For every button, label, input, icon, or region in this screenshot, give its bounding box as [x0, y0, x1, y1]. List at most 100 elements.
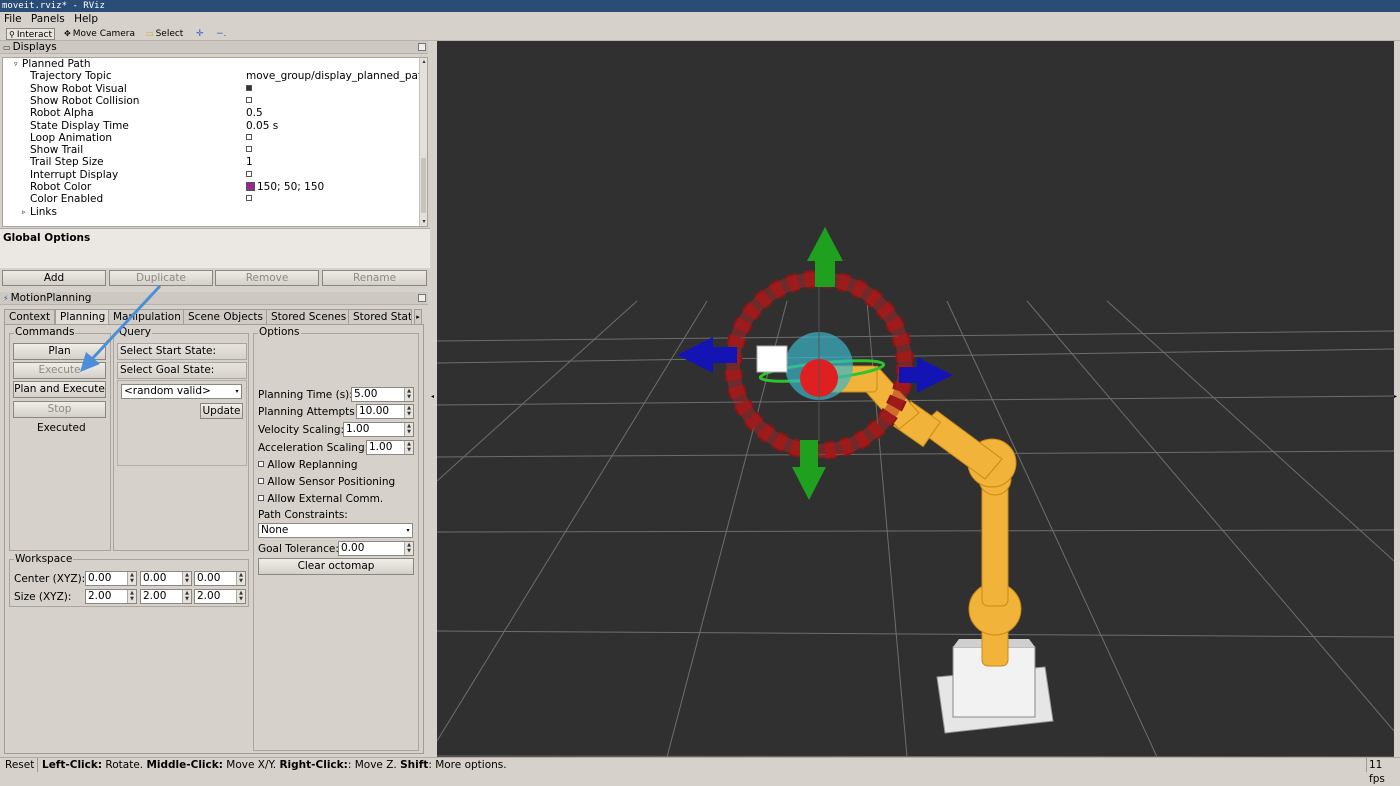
- robot-color-swatch[interactable]: [246, 181, 255, 191]
- collapse-left-icon[interactable]: ◂: [431, 393, 434, 400]
- interact-icon: ⚲: [9, 30, 15, 39]
- center-z-input[interactable]: 0.00 ▲ ▼: [194, 571, 246, 586]
- allow-external-checkbox[interactable]: [258, 495, 264, 501]
- remove-button[interactable]: Remove: [215, 270, 319, 286]
- interrupt-display-checkbox[interactable]: [246, 170, 252, 177]
- goal-state-header[interactable]: Select Goal State:: [117, 362, 247, 379]
- goal-state-select[interactable]: <random valid> ▾: [121, 384, 242, 399]
- show-robot-visual-checkbox[interactable]: [246, 84, 252, 91]
- clear-octomap-button[interactable]: Clear octomap: [258, 558, 414, 575]
- color-enabled-checkbox[interactable]: [246, 195, 252, 202]
- tree-row-planned-path[interactable]: ▿ Planned Path: [3, 58, 421, 70]
- tool-interact[interactable]: ⚲ Interact: [6, 28, 55, 40]
- scroll-thumb[interactable]: [421, 158, 426, 213]
- spinner-arrows-icon[interactable]: ▲ ▼: [127, 590, 136, 603]
- tab-scene-objects[interactable]: Scene Objects: [183, 309, 269, 324]
- loop-animation-checkbox[interactable]: [246, 133, 252, 140]
- update-button[interactable]: Update: [200, 403, 243, 419]
- expand-closed-icon[interactable]: ▹: [22, 206, 26, 218]
- scroll-up-icon[interactable]: ▴: [420, 58, 427, 66]
- 3d-viewport[interactable]: [437, 41, 1394, 757]
- minus-icon[interactable]: −.: [214, 28, 228, 40]
- tool-move-camera[interactable]: ✥ Move Camera: [62, 28, 137, 40]
- rename-button[interactable]: Rename: [322, 270, 427, 286]
- planning-time-input[interactable]: 5.00 ▲ ▼: [351, 387, 414, 402]
- allow-replanning-checkbox[interactable]: [258, 461, 264, 467]
- spinner-arrows-icon[interactable]: ▲ ▼: [404, 423, 413, 436]
- undock-button[interactable]: [418, 294, 426, 302]
- tree-row-state-display-time[interactable]: State Display Time 0.05 s: [3, 120, 421, 132]
- tree-row-trail-step-size[interactable]: Trail Step Size 1: [3, 156, 421, 168]
- select-icon: ▭: [146, 29, 154, 38]
- interactive-marker[interactable]: [677, 227, 953, 500]
- display-buttons: Add Duplicate Remove Rename: [2, 270, 428, 286]
- tab-manipulation[interactable]: Manipulation: [108, 309, 186, 324]
- menu-file[interactable]: File: [4, 13, 22, 25]
- show-robot-collision-checkbox[interactable]: [246, 96, 252, 103]
- spinner-arrows-icon[interactable]: ▲ ▼: [236, 572, 245, 585]
- start-state-header[interactable]: Select Start State:: [117, 343, 247, 360]
- tree-row-color-enabled[interactable]: Color Enabled: [3, 193, 421, 205]
- goal-tolerance-input[interactable]: 0.00 ▲ ▼: [338, 541, 414, 556]
- spinner-arrows-icon[interactable]: ▲ ▼: [182, 572, 191, 585]
- size-z-input[interactable]: 2.00 ▲ ▼: [194, 589, 246, 604]
- reset-button[interactable]: Reset: [0, 758, 38, 772]
- spinner-arrows-icon[interactable]: ▲ ▼: [404, 441, 413, 454]
- tree-row-robot-color[interactable]: Robot Color 150; 50; 150: [3, 181, 421, 193]
- planning-attempts-label: Planning Attempts:: [258, 406, 359, 418]
- tool-bar: ⚲ Interact ✥ Move Camera ▭ Select ✛ −.: [0, 27, 1400, 41]
- center-x-input[interactable]: 0.00 ▲ ▼: [85, 571, 137, 586]
- spinner-arrows-icon[interactable]: ▲ ▼: [404, 542, 413, 555]
- velocity-scaling-input[interactable]: 1.00 ▲ ▼: [343, 422, 414, 437]
- spinner-arrows-icon[interactable]: ▲ ▼: [404, 405, 413, 418]
- undock-button[interactable]: [418, 43, 426, 51]
- expand-open-icon[interactable]: ▿: [14, 58, 18, 70]
- tree-row-show-trail[interactable]: Show Trail: [3, 144, 421, 156]
- duplicate-button[interactable]: Duplicate: [109, 270, 213, 286]
- show-trail-checkbox[interactable]: [246, 146, 252, 153]
- planning-attempts-input[interactable]: 10.00 ▲ ▼: [356, 404, 414, 419]
- execute-button[interactable]: Execute: [13, 362, 106, 379]
- displays-scrollbar[interactable]: ▴ ▾: [419, 58, 427, 226]
- size-y-input[interactable]: 2.00 ▲ ▼: [140, 589, 192, 604]
- spinner-arrows-icon[interactable]: ▲ ▼: [236, 590, 245, 603]
- allow-sensor-option[interactable]: Allow Sensor Positioning: [258, 476, 395, 488]
- right-splitter[interactable]: ▸: [1394, 41, 1400, 757]
- tab-scroll-right-icon[interactable]: ▸: [414, 309, 422, 324]
- scene-render[interactable]: [437, 41, 1394, 757]
- add-button[interactable]: Add: [2, 270, 106, 286]
- collapse-right-icon[interactable]: ▸: [1394, 393, 1397, 400]
- allow-external-option[interactable]: Allow External Comm.: [258, 493, 383, 505]
- chevron-down-icon: ▾: [406, 527, 410, 534]
- tree-row-interrupt-display[interactable]: Interrupt Display: [3, 169, 421, 181]
- plan-button[interactable]: Plan: [13, 343, 106, 360]
- acceleration-scaling-label: Acceleration Scaling:: [258, 442, 369, 454]
- tree-row-show-robot-collision[interactable]: Show Robot Collision: [3, 95, 421, 107]
- tree-row-trajectory-topic[interactable]: Trajectory Topic move_group/display_plann…: [3, 70, 427, 82]
- plus-icon[interactable]: ✛: [194, 28, 206, 40]
- menu-help[interactable]: Help: [74, 13, 98, 25]
- spinner-arrows-icon[interactable]: ▲ ▼: [182, 590, 191, 603]
- acceleration-scaling-input[interactable]: 1.00 ▲ ▼: [366, 440, 414, 455]
- scroll-down-icon[interactable]: ▾: [420, 218, 427, 226]
- spinner-arrows-icon[interactable]: ▲ ▼: [404, 388, 413, 401]
- allow-replanning-option[interactable]: Allow Replanning: [258, 459, 358, 471]
- center-y-input[interactable]: 0.00 ▲ ▼: [140, 571, 192, 586]
- panel-splitter[interactable]: ◂: [430, 41, 437, 757]
- tab-planning[interactable]: Planning: [55, 309, 111, 325]
- tree-row-loop-animation[interactable]: Loop Animation: [3, 132, 421, 144]
- spinner-arrows-icon[interactable]: ▲ ▼: [127, 572, 136, 585]
- plan-and-execute-button[interactable]: Plan and Execute: [13, 381, 106, 398]
- tab-stored-scenes[interactable]: Stored Scenes: [266, 309, 352, 324]
- allow-sensor-checkbox[interactable]: [258, 478, 264, 484]
- menu-panels[interactable]: Panels: [31, 13, 65, 25]
- tree-row-robot-alpha[interactable]: Robot Alpha 0.5: [3, 107, 421, 119]
- tool-select[interactable]: ▭ Select: [144, 28, 185, 40]
- tab-context[interactable]: Context: [4, 309, 56, 324]
- tab-stored-states[interactable]: Stored Stat: [348, 309, 412, 324]
- stop-button[interactable]: Stop: [13, 401, 106, 418]
- path-constraints-select[interactable]: None ▾: [258, 523, 413, 538]
- tree-row-show-robot-visual[interactable]: Show Robot Visual: [3, 83, 421, 95]
- tree-row-links[interactable]: ▹ Links: [3, 206, 421, 218]
- size-x-input[interactable]: 2.00 ▲ ▼: [85, 589, 137, 604]
